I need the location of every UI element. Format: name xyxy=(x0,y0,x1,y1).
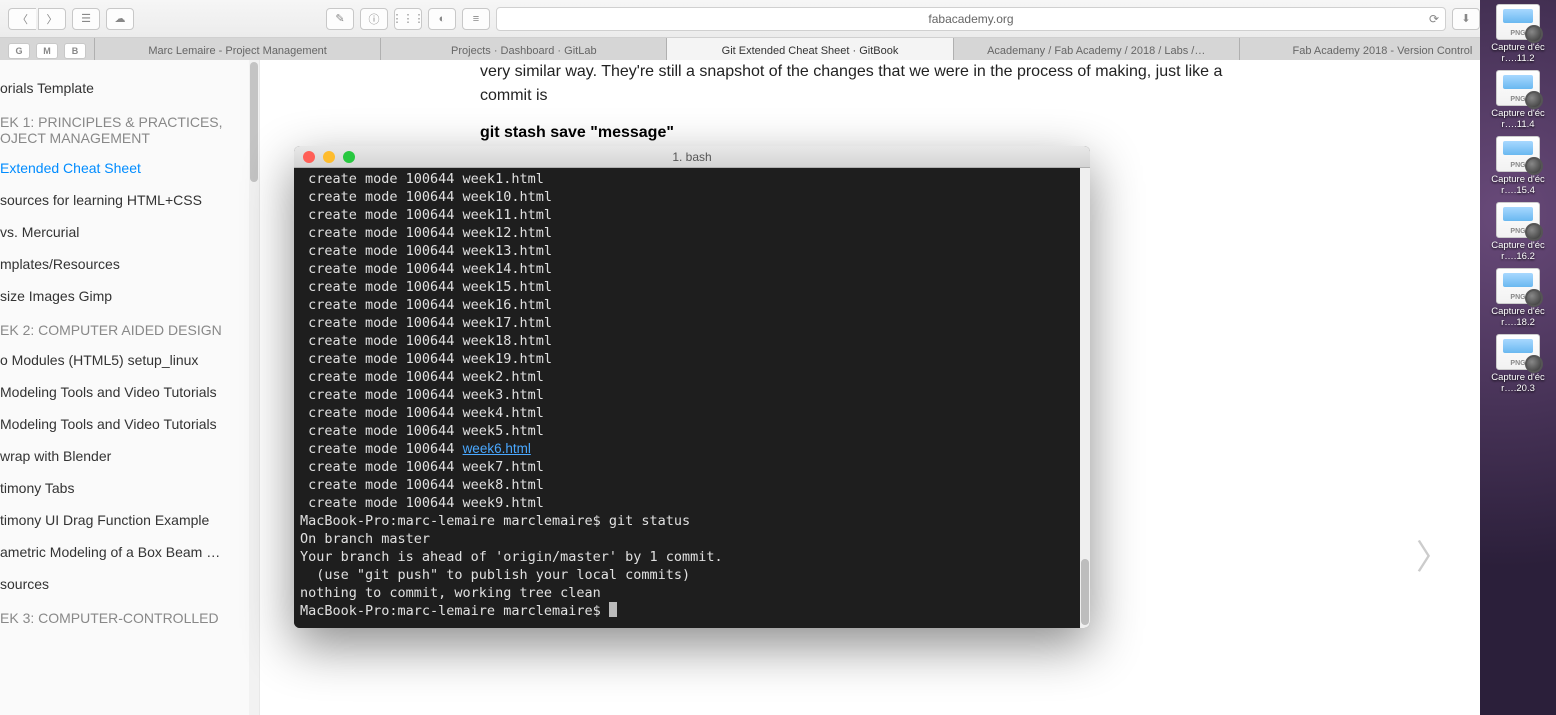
desktop-file-name: Capture d'écr….20.3 xyxy=(1484,372,1552,394)
terminal-link[interactable]: week6.html xyxy=(463,441,531,456)
desktop-file[interactable]: PNGCapture d'écr….20.3 xyxy=(1484,334,1552,394)
desktop-file-name: Capture d'écr….15.4 xyxy=(1484,174,1552,196)
sidebar-item[interactable]: size Images Gimp xyxy=(0,280,259,312)
safari-toolbar: 〈 〉 ☰ ☁︎ ✎ ⓘ ⋮⋮⋮ ◐ ≡ fabacademy.org ⟳ ⬇ … xyxy=(0,0,1556,38)
sidebar-item[interactable]: orials Template xyxy=(0,72,259,104)
desktop-area[interactable]: PNGCapture d'écr….11.2PNGCapture d'écr….… xyxy=(1480,0,1556,715)
png-screenshot-icon: PNG xyxy=(1496,268,1540,304)
sidebar-item[interactable]: Modeling Tools and Video Tutorials xyxy=(0,376,259,408)
sidebar-item[interactable]: sources for learning HTML+CSS xyxy=(0,184,259,216)
desktop-file-name: Capture d'écr….16.2 xyxy=(1484,240,1552,262)
reload-icon[interactable]: ⟳ xyxy=(1429,12,1439,26)
sidebar-heading: EK 3: COMPUTER-CONTROLLED xyxy=(0,600,259,632)
sidebar-item[interactable]: wrap with Blender xyxy=(0,440,259,472)
url-text: fabacademy.org xyxy=(928,12,1013,26)
timer-button[interactable]: ◐ xyxy=(428,8,456,30)
terminal-scrollbar[interactable] xyxy=(1080,168,1090,628)
zoom-button[interactable] xyxy=(343,151,355,163)
desktop-file[interactable]: PNGCapture d'écr….11.4 xyxy=(1484,70,1552,130)
sidebar-heading: EK 2: COMPUTER AIDED DESIGN xyxy=(0,312,259,344)
sidebar-item[interactable]: timony Tabs xyxy=(0,472,259,504)
sidebar-item[interactable]: vs. Mercurial xyxy=(0,216,259,248)
article-paragraph: very similar way. They're still a snapsh… xyxy=(480,60,1250,108)
downloads-button[interactable]: ⬇ xyxy=(1452,8,1480,30)
terminal-body[interactable]: create mode 100644 week1.html create mod… xyxy=(294,168,1080,628)
sidebar-item[interactable]: mplates/Resources xyxy=(0,248,259,280)
terminal-title: 1. bash xyxy=(672,150,711,164)
sidebar-item[interactable]: sources xyxy=(0,568,259,600)
terminal-cursor xyxy=(609,602,617,617)
sidebar-item[interactable]: o Modules (HTML5) setup_linux xyxy=(0,344,259,376)
next-page-arrow[interactable]: 〉 xyxy=(1416,530,1450,579)
sidebar-item[interactable]: Modeling Tools and Video Tutorials xyxy=(0,408,259,440)
sidebar-toggle-button[interactable]: ☰ xyxy=(72,8,100,30)
desktop-file-name: Capture d'écr….11.4 xyxy=(1484,108,1552,130)
info-button[interactable]: ⓘ xyxy=(360,8,388,30)
bookmark-b[interactable]: B xyxy=(64,43,86,59)
compose-button[interactable]: ✎ xyxy=(326,8,354,30)
icloud-button[interactable]: ☁︎ xyxy=(106,8,134,30)
url-bar[interactable]: fabacademy.org ⟳ xyxy=(496,7,1446,31)
terminal-titlebar[interactable]: 1. bash xyxy=(294,146,1090,168)
bookmark-m[interactable]: M xyxy=(36,43,58,59)
sidebar-item[interactable]: Extended Cheat Sheet xyxy=(0,152,259,184)
desktop-file[interactable]: PNGCapture d'écr….18.2 xyxy=(1484,268,1552,328)
sidebar-item[interactable]: ametric Modeling of a Box Beam … xyxy=(0,536,259,568)
reader-button[interactable]: ≡ xyxy=(462,8,490,30)
desktop-file[interactable]: PNGCapture d'écr….11.2 xyxy=(1484,4,1552,64)
back-button[interactable]: 〈 xyxy=(8,8,36,30)
apps-button[interactable]: ⋮⋮⋮ xyxy=(394,8,422,30)
png-screenshot-icon: PNG xyxy=(1496,4,1540,40)
minimize-button[interactable] xyxy=(323,151,335,163)
desktop-file[interactable]: PNGCapture d'écr….16.2 xyxy=(1484,202,1552,262)
forward-button[interactable]: 〉 xyxy=(38,8,66,30)
gitbook-sidebar[interactable]: orials TemplateEK 1: PRINCIPLES & PRACTI… xyxy=(0,60,260,715)
desktop-file[interactable]: PNGCapture d'écr….15.4 xyxy=(1484,136,1552,196)
png-screenshot-icon: PNG xyxy=(1496,202,1540,238)
sidebar-scrollbar[interactable] xyxy=(249,60,259,715)
png-screenshot-icon: PNG xyxy=(1496,70,1540,106)
bookmark-g[interactable]: G xyxy=(8,43,30,59)
article-heading: git stash save "message" xyxy=(480,124,1250,142)
close-button[interactable] xyxy=(303,151,315,163)
terminal-window[interactable]: 1. bash create mode 100644 week1.html cr… xyxy=(294,146,1090,628)
sidebar-item[interactable]: timony UI Drag Function Example xyxy=(0,504,259,536)
png-screenshot-icon: PNG xyxy=(1496,334,1540,370)
desktop-file-name: Capture d'écr….11.2 xyxy=(1484,42,1552,64)
desktop-file-name: Capture d'écr….18.2 xyxy=(1484,306,1552,328)
png-screenshot-icon: PNG xyxy=(1496,136,1540,172)
sidebar-heading: EK 1: PRINCIPLES & PRACTICES,OJECT MANAG… xyxy=(0,104,259,152)
